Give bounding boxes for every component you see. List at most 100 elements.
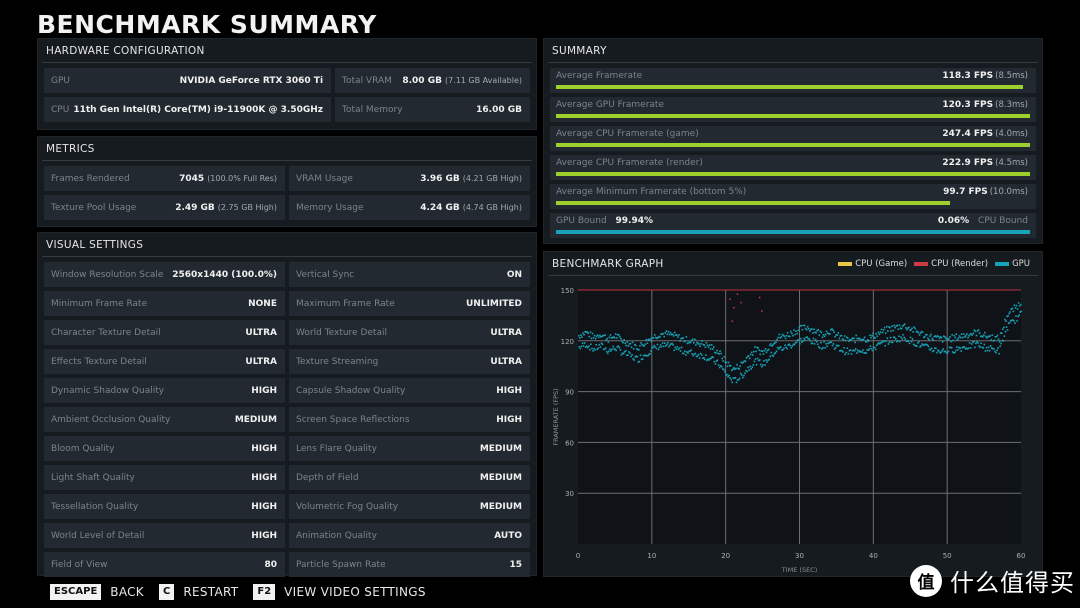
gpu-point bbox=[1007, 315, 1009, 317]
setting-value-text: HIGH bbox=[251, 501, 277, 512]
setting-animation-quality: Animation Quality AUTO bbox=[289, 523, 530, 548]
gpu-point bbox=[899, 340, 901, 343]
gpu-point bbox=[959, 347, 961, 350]
gpu-point bbox=[995, 351, 997, 354]
setting-value-text: 80 bbox=[264, 559, 277, 570]
gpu-point bbox=[755, 350, 757, 353]
gpu-point bbox=[1019, 303, 1022, 306]
gpu-point bbox=[659, 336, 661, 338]
setting-tessellation-quality: Tessellation Quality HIGH bbox=[44, 494, 285, 519]
cpu-render-point bbox=[729, 298, 731, 300]
gpu-point bbox=[679, 350, 682, 352]
setting-value: UNLIMITED bbox=[466, 299, 522, 309]
gpu-point bbox=[801, 328, 804, 331]
gpu-point bbox=[783, 335, 786, 337]
gpu-point bbox=[662, 332, 664, 335]
setting-world-level-of-detail: World Level of Detail HIGH bbox=[44, 523, 285, 548]
gpu-point bbox=[583, 342, 586, 344]
gpu-point bbox=[656, 343, 659, 346]
gpu-point bbox=[1000, 342, 1003, 345]
gpu-point bbox=[674, 346, 677, 349]
gpu-point bbox=[757, 347, 759, 349]
summary-bar-track bbox=[556, 172, 1030, 176]
setting-label: World Level of Detail bbox=[51, 530, 145, 541]
gpu-point bbox=[578, 346, 581, 348]
y-tick-label: 60 bbox=[565, 439, 574, 447]
gpu-point bbox=[808, 330, 811, 332]
gpu-point bbox=[926, 344, 929, 346]
gpu-point bbox=[792, 334, 794, 337]
setting-label: Light Shaft Quality bbox=[51, 472, 135, 483]
setting-label: VRAM Usage bbox=[296, 173, 353, 184]
visual-settings-grid: Window Resolution Scale 2560x1440 (100.0%… bbox=[38, 257, 536, 577]
key-c[interactable]: C bbox=[158, 584, 175, 600]
gpu-point bbox=[969, 347, 972, 349]
action-restart[interactable]: RESTART bbox=[183, 585, 238, 599]
gpu-point bbox=[649, 352, 651, 355]
gpu-point bbox=[620, 338, 622, 340]
gpu-point bbox=[989, 335, 991, 337]
action-view-video-settings[interactable]: VIEW VIDEO SETTINGS bbox=[284, 585, 426, 599]
gpu-point bbox=[869, 345, 872, 347]
action-back[interactable]: BACK bbox=[110, 585, 144, 599]
gpu-point bbox=[629, 342, 632, 345]
gpu-point bbox=[691, 338, 694, 341]
gpu-point bbox=[776, 346, 779, 349]
gpu-point bbox=[941, 349, 943, 352]
gpu-point bbox=[812, 332, 814, 334]
gpu-point bbox=[755, 363, 758, 366]
gpu-point bbox=[850, 353, 853, 355]
gpu-point bbox=[903, 336, 905, 339]
gpu-point bbox=[967, 336, 969, 339]
gpu-point bbox=[824, 347, 826, 349]
gpu-point bbox=[788, 335, 791, 338]
summary-row-header: Average Minimum Framerate (bottom 5%) 99.… bbox=[556, 187, 1028, 197]
gpu-point bbox=[700, 342, 702, 345]
summary-row-average-cpu-framerate-game: Average CPU Framerate (game) 247.4 FPS (4.… bbox=[550, 126, 1036, 151]
gpu-point bbox=[900, 336, 902, 338]
gpu-point bbox=[617, 345, 620, 347]
gpu-point bbox=[881, 341, 883, 344]
gpu-point bbox=[845, 351, 847, 354]
gpu-point bbox=[1002, 340, 1005, 342]
legend-swatch-gpu bbox=[995, 262, 1010, 266]
setting-value-text: ULTRA bbox=[245, 327, 277, 338]
gpu-point bbox=[749, 365, 751, 368]
gpu-point bbox=[912, 330, 914, 333]
gpu-point bbox=[644, 343, 647, 346]
gpu-point bbox=[894, 338, 897, 340]
gpu-point bbox=[590, 343, 592, 346]
gpu-point bbox=[819, 347, 821, 349]
gpu-point bbox=[624, 349, 627, 352]
gpu-point bbox=[1015, 315, 1017, 317]
setting-value-text: 3.96 GB bbox=[420, 173, 460, 184]
setting-value: 80 bbox=[264, 560, 277, 570]
gpu-point bbox=[800, 337, 802, 340]
gpu-point bbox=[979, 346, 981, 349]
gpu-point bbox=[588, 345, 590, 347]
gpu-point bbox=[871, 334, 873, 337]
setting-label: Volumetric Fog Quality bbox=[296, 501, 399, 512]
gpu-point bbox=[920, 345, 922, 347]
gpu-point bbox=[974, 330, 977, 333]
gpu-point bbox=[589, 348, 591, 351]
gpu-point bbox=[861, 351, 863, 353]
key-escape[interactable]: ESCAPE bbox=[50, 584, 102, 600]
gpu-point bbox=[790, 330, 792, 333]
gpu-point bbox=[985, 335, 987, 338]
setting-label: CPU bbox=[51, 104, 70, 115]
gpu-point bbox=[825, 342, 827, 345]
setting-value-detail: (7.11 GB Available) bbox=[444, 75, 522, 85]
gpu-point bbox=[885, 340, 888, 342]
gpu-point bbox=[998, 340, 1001, 343]
gpu-point bbox=[907, 340, 910, 342]
gpu-point bbox=[885, 325, 888, 328]
gpu-point bbox=[888, 341, 891, 343]
gpu-point bbox=[715, 352, 717, 354]
gpu-point bbox=[952, 339, 955, 342]
watermark-logo-icon: 值 bbox=[910, 564, 942, 597]
key-f2[interactable]: F2 bbox=[253, 584, 276, 600]
gpu-point bbox=[865, 341, 868, 343]
gpu-point bbox=[665, 330, 668, 333]
gpu-point bbox=[625, 344, 628, 347]
